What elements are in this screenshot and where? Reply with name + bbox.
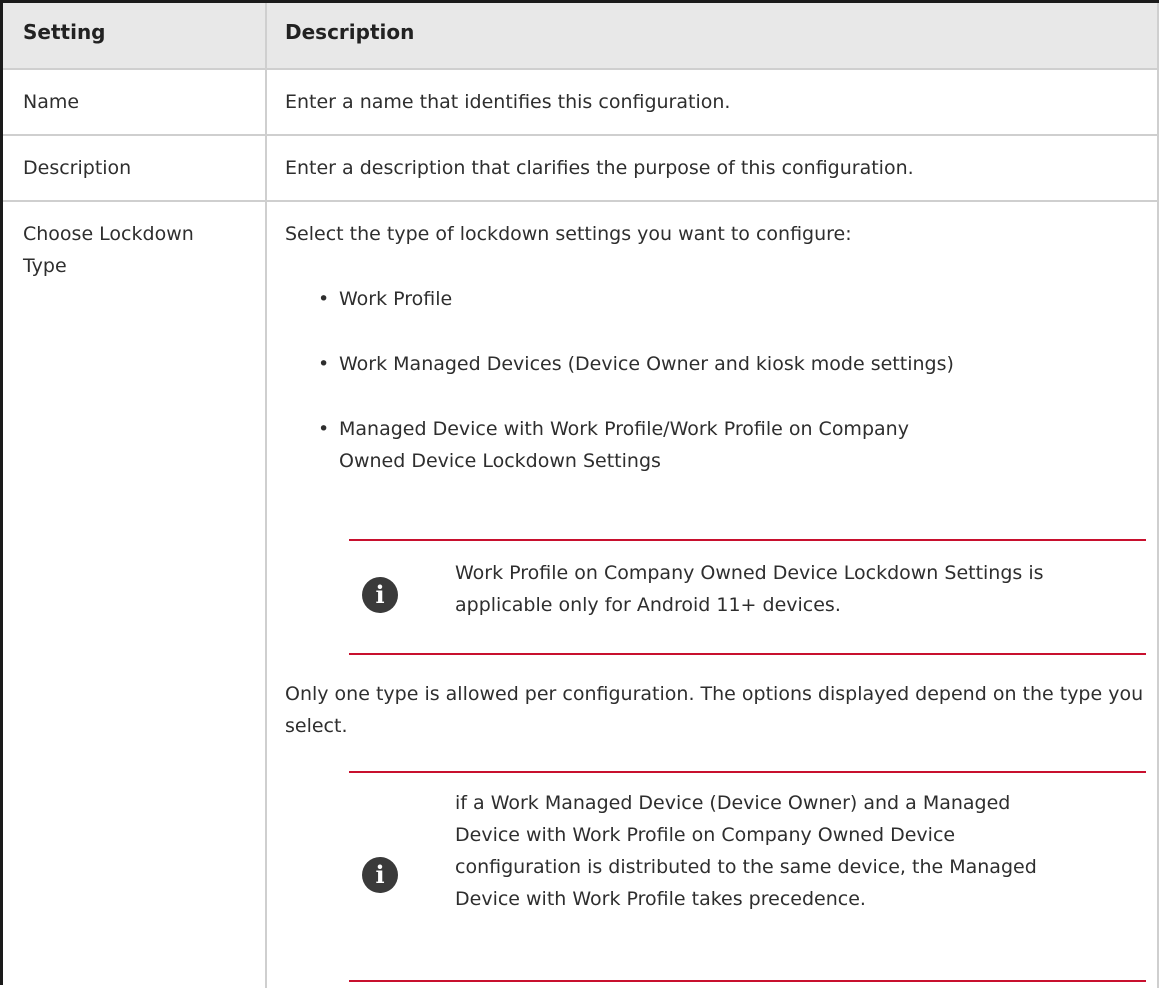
description-text: Enter a description that clarifies the p… bbox=[285, 157, 914, 179]
bullet-icon: • bbox=[318, 418, 330, 440]
setting-name: Name bbox=[23, 91, 80, 113]
list-item-text: Work Managed Devices (Device Owner and k… bbox=[339, 353, 954, 375]
description-intro: Select the type of lockdown settings you… bbox=[285, 223, 852, 245]
description-text: Enter a name that identifies this config… bbox=[285, 91, 731, 113]
bullet-icon: • bbox=[318, 353, 330, 375]
settings-table: Setting Description Name Enter a name th… bbox=[0, 0, 1159, 988]
row-divider bbox=[3, 134, 1159, 136]
setting-name: Description bbox=[23, 157, 132, 179]
note-box: i if a Work Managed Device (Device Owner… bbox=[349, 771, 1146, 982]
info-icon: i bbox=[362, 577, 398, 613]
list-item-text: Managed Device with Work Profile/Work Pr… bbox=[339, 418, 909, 472]
column-divider bbox=[265, 3, 267, 988]
bullet-icon: • bbox=[318, 288, 330, 310]
header-description: Description bbox=[285, 20, 415, 44]
header-setting: Setting bbox=[23, 20, 106, 44]
row-divider bbox=[3, 200, 1159, 202]
note-text: Work Profile on Company Owned Device Loc… bbox=[455, 562, 1044, 616]
row-divider bbox=[3, 68, 1159, 70]
note-box: i Work Profile on Company Owned Device L… bbox=[349, 539, 1146, 655]
setting-name: Choose Lockdown Type bbox=[23, 223, 194, 277]
list-item-text: Work Profile bbox=[339, 288, 453, 310]
table-header: Setting Description bbox=[3, 3, 1159, 68]
info-icon: i bbox=[362, 857, 398, 893]
note-text: if a Work Managed Device (Device Owner) … bbox=[455, 792, 1037, 910]
description-paragraph: Only one type is allowed per configurati… bbox=[285, 683, 1144, 737]
